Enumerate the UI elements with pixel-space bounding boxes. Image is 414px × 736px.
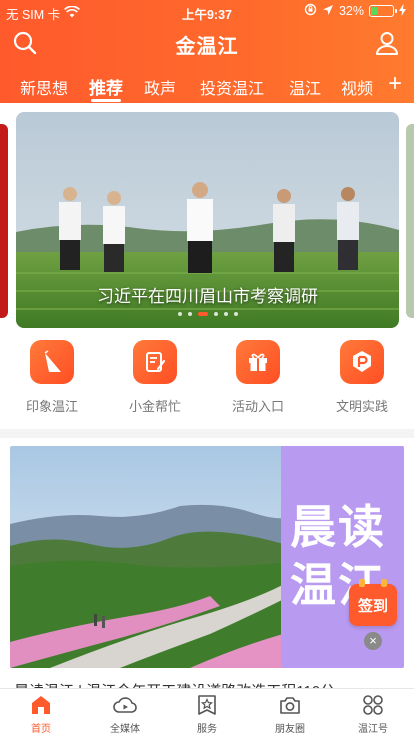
next-article-title[interactable]: 晨读温江 | 温江今年开工建设道路改造工程110公 (14, 680, 404, 688)
carousel-dot[interactable] (213, 312, 218, 316)
quick-entry-label: 活动入口 (231, 399, 284, 414)
title-bar: 金温江 (0, 24, 414, 62)
section-divider (0, 429, 414, 438)
edit-icon (133, 340, 177, 384)
quick-entry-huodong[interactable]: 活动入口 (218, 340, 298, 415)
carousel-dot[interactable] (187, 312, 192, 316)
camera-icon (278, 693, 302, 717)
carousel-dot[interactable] (223, 312, 228, 316)
service-star-icon (195, 693, 219, 717)
carousel-slide[interactable]: 习近平在四川眉山市考察调研 (16, 112, 399, 328)
quick-entry-label: 印象温江 (25, 399, 78, 414)
channel-tabs: 新思想 推荐 政声 投资温江 温江 视频 + (0, 68, 414, 102)
add-channel-button[interactable]: + (388, 72, 402, 96)
nav-label: 服务 (197, 724, 217, 735)
checkin-button[interactable]: 签到 (349, 579, 397, 626)
quick-entry-xiaojin[interactable]: 小金帮忙 (115, 340, 195, 415)
tab-zhengsheng[interactable]: 政声 (144, 75, 176, 99)
quick-entry-yinxiang[interactable]: 印象温江 (12, 340, 92, 415)
app-header: 无 SIM 卡 上午9:37 32% 金温江 新思想 推荐 政声 投资温江 温江… (0, 0, 414, 103)
banner-title-line1: 晨读 (290, 500, 386, 554)
carousel-dot[interactable] (197, 312, 208, 316)
tower-icon (30, 340, 74, 384)
close-icon[interactable]: × (364, 632, 382, 650)
cloud-play-icon (113, 693, 137, 717)
quick-entry-label: 小金帮忙 (128, 399, 181, 414)
nav-label: 首页 (31, 724, 51, 735)
tab-shipin[interactable]: 视频 (341, 75, 373, 99)
carousel-next-card[interactable] (406, 124, 414, 318)
p-badge-icon (340, 340, 384, 384)
user-icon[interactable] (374, 30, 400, 56)
grid-apps-icon (361, 693, 385, 717)
home-icon (29, 693, 53, 717)
quick-entry-wenming[interactable]: 文明实践 (322, 340, 402, 415)
carousel-dot[interactable] (177, 312, 182, 316)
gift-icon (236, 340, 280, 384)
active-tab-indicator (91, 99, 121, 102)
rotation-lock-icon (304, 3, 317, 19)
tab-tuijian[interactable]: 推荐 (89, 74, 123, 99)
location-icon (322, 4, 334, 19)
battery-icon (369, 5, 397, 17)
tab-xinsixiang[interactable]: 新思想 (20, 75, 68, 99)
carousel-caption: 习近平在四川眉山市考察调研 (97, 287, 318, 306)
tab-touzi-wenjiang[interactable]: 投资温江 (200, 75, 264, 99)
carousel-dots (16, 312, 399, 316)
app-title: 金温江 (175, 36, 239, 58)
quick-entry-grid: 印象温江 小金帮忙 活动入口 文明实践 (0, 340, 414, 422)
charging-icon (399, 3, 406, 19)
nav-label: 温江号 (358, 724, 388, 735)
nav-media[interactable]: 全媒体 (90, 693, 160, 735)
bottom-nav: 首页 全媒体 服务 朋友圈 温江号 (0, 688, 414, 736)
nav-home[interactable]: 首页 (6, 693, 76, 735)
status-right: 32% (304, 3, 406, 19)
carousel-dot[interactable] (233, 312, 238, 316)
nav-moments[interactable]: 朋友圈 (255, 693, 325, 735)
morning-read-banner[interactable]: 晨读 温江 签到 × (10, 446, 404, 668)
nav-service[interactable]: 服务 (172, 693, 242, 735)
news-carousel[interactable]: 习近平在四川眉山市考察调研 (0, 112, 414, 328)
nav-label: 全媒体 (110, 724, 140, 735)
status-bar: 无 SIM 卡 上午9:37 32% (0, 0, 414, 22)
tab-wenjiang[interactable]: 温江 (289, 75, 321, 99)
carousel-prev-card[interactable] (0, 124, 8, 318)
battery-percent: 32% (338, 4, 364, 18)
nav-wenjiang-account[interactable]: 温江号 (338, 693, 408, 735)
quick-entry-label: 文明实践 (335, 399, 388, 414)
nav-label: 朋友圈 (275, 724, 305, 735)
battery-fill (371, 7, 378, 15)
